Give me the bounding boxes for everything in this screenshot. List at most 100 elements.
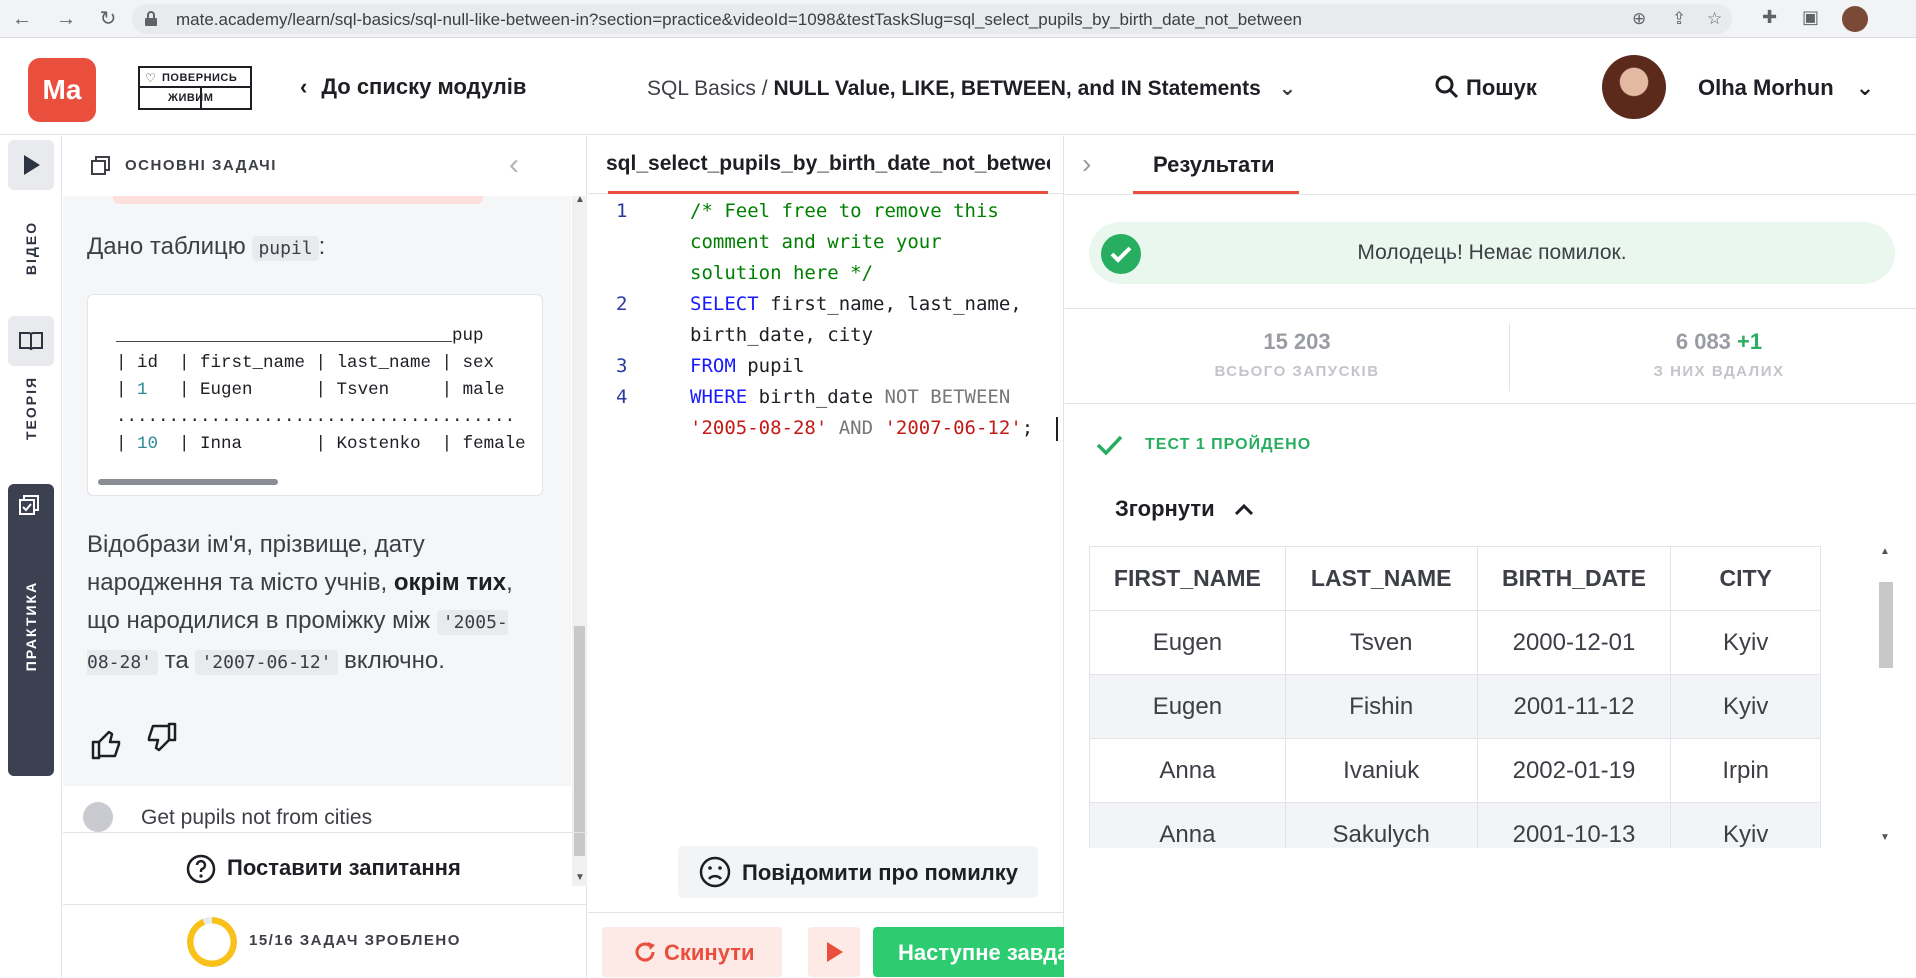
chevron-right-icon[interactable]: › <box>1082 148 1091 180</box>
task-instructions: Відобрази ім'я, прізвище, дату народженн… <box>87 526 537 682</box>
table-horizontal-scrollbar[interactable] <box>98 479 278 485</box>
search-button[interactable]: Пошук <box>1434 74 1537 101</box>
code-comment: solution here */ <box>690 262 874 284</box>
play-icon <box>827 942 843 962</box>
test-status: ТЕСТ 1 ПРОЙДЕНО <box>1145 436 1312 453</box>
code-comment: /* Feel free to remove this <box>690 200 999 222</box>
task-desc-date-to: '2007-06-12' <box>195 650 338 675</box>
badge-line2: ЖИВИМ <box>140 88 213 108</box>
successful-runs-increment: +1 <box>1737 329 1763 354</box>
success-banner: Молодець! Немає помилок. <box>1089 222 1895 284</box>
next-task-label: Наступне завдання <box>898 940 1064 965</box>
dislike-button[interactable] <box>143 720 179 756</box>
back-to-modules-link[interactable]: ‹ До списку модулів <box>300 74 526 100</box>
back-arrow-icon[interactable]: ← <box>8 5 36 33</box>
editor-tab-bar: sql_select_pupils_by_birth_date_not_betw… <box>588 136 1064 194</box>
table-row1-rest: | Eugen | Tsven | male <box>147 380 505 400</box>
keyword-where: WHERE <box>690 386 748 408</box>
scroll-up-arrow-icon[interactable]: ▲ <box>1880 546 1890 557</box>
reset-button[interactable]: Скинути <box>602 927 782 977</box>
rail-theory-label[interactable]: ТЕОРІЯ <box>23 367 39 449</box>
table-cell: Kyiv <box>1670 674 1821 739</box>
code-editor-panel: sql_select_pupils_by_birth_date_not_betw… <box>588 136 1091 978</box>
extensions-icon[interactable]: ✚ <box>1762 7 1777 28</box>
date-literal-from: '2005-08-28' <box>690 417 828 439</box>
collapse-panel-chevron-icon[interactable]: ‹ <box>509 148 519 182</box>
task-scroll-thumb[interactable] <box>574 626 585 856</box>
check-icon <box>1096 435 1123 456</box>
run-button[interactable] <box>808 927 860 977</box>
task-intro-text: Дано таблицю <box>87 233 246 260</box>
total-runs-value: 15 203 <box>1263 329 1331 354</box>
task-section-title: ОСНОВНІ ЗАДАЧІ <box>125 157 277 174</box>
povernys-zhyvym-badge[interactable]: ♡ ПОВЕРНИСЬ ЖИВИМ <box>138 66 252 110</box>
line-number: 3 <box>616 355 628 377</box>
task-desc-bold: окрім тих <box>393 569 507 596</box>
forward-arrow-icon[interactable]: → <box>52 5 80 33</box>
book-icon <box>19 332 43 351</box>
line-number: 2 <box>616 293 628 315</box>
table-cell: Eugen <box>1089 674 1286 739</box>
zoom-icon[interactable]: ⊕ <box>1632 9 1646 29</box>
practice-tasks-icon <box>19 495 39 515</box>
rail-practice-label[interactable]: ПРАКТИКА <box>23 561 39 691</box>
rail-video-label[interactable]: ВІДЕО <box>23 219 39 277</box>
code-comment: comment and write your <box>690 231 942 253</box>
task-intro: Дано таблицю pupil: <box>87 228 325 268</box>
progress-ring <box>187 917 237 967</box>
side-panel-icon[interactable]: ▣ <box>1802 7 1819 28</box>
column-header: LAST_NAME <box>1284 546 1478 611</box>
user-name: Olha Morhun <box>1698 75 1834 100</box>
task-status-dot <box>83 802 113 832</box>
theory-button[interactable] <box>8 316 54 366</box>
next-task-preview[interactable]: Get pupils not from cities <box>63 786 571 832</box>
table-cell: Eugen <box>1089 610 1286 675</box>
user-avatar[interactable] <box>1602 55 1666 119</box>
text-cursor <box>1056 417 1058 441</box>
breadcrumb[interactable]: SQL Basics / NULL Value, LIKE, BETWEEN, … <box>647 76 1296 101</box>
reload-icon[interactable]: ↻ <box>94 5 122 33</box>
run-statistics: 15 203 ВСЬОГО ЗАПУСКІВ 6 083 +1 З НИХ ВД… <box>1065 308 1916 404</box>
chevron-up-icon <box>1234 503 1253 516</box>
results-header-row: FIRST_NAME LAST_NAME BIRTH_DATE CITY <box>1089 546 1821 611</box>
from-table: pupil <box>735 355 805 377</box>
report-error-button[interactable]: Повідомити про помилку <box>678 846 1038 898</box>
total-runs-stat: 15 203 ВСЬОГО ЗАПУСКІВ <box>1087 329 1507 380</box>
editor-file-tab[interactable]: sql_select_pupils_by_birth_date_not_betw… <box>606 152 1050 176</box>
table-cell: Anna <box>1089 738 1286 803</box>
task-panel: ОСНОВНІ ЗАДАЧІ ‹ Дано таблицю pupil: ___… <box>63 136 587 978</box>
bookmark-star-icon[interactable]: ☆ <box>1707 9 1722 29</box>
ask-question-button[interactable]: Поставити запитання <box>63 832 587 904</box>
collapse-toggle[interactable]: Згорнути <box>1115 496 1255 522</box>
task-desc-part3: включно. <box>344 647 445 674</box>
date-literal-to: '2007-06-12' <box>884 417 1022 439</box>
like-button[interactable] <box>89 726 125 762</box>
breadcrumb-course: SQL Basics <box>647 77 756 100</box>
scroll-up-arrow-icon[interactable]: ▲ <box>575 194 585 205</box>
section-rail: ВІДЕО ТЕОРІЯ ПРАКТИКА <box>0 136 62 978</box>
success-message: Молодець! Немає помилок. <box>1357 241 1627 264</box>
mate-logo[interactable]: Ma <box>28 58 96 122</box>
table-cell: 2001-10-13 <box>1476 802 1672 848</box>
results-vertical-scrollbar[interactable]: ▲ ▼ <box>1875 546 1895 848</box>
chevron-down-icon: ⌄ <box>1278 77 1297 100</box>
video-play-button[interactable] <box>8 140 54 190</box>
share-icon[interactable]: ⇪ <box>1672 9 1686 29</box>
user-menu[interactable]: Olha Morhun ⌄ <box>1698 75 1874 101</box>
select-columns-cont: birth_date, city <box>690 324 874 346</box>
profile-avatar-icon[interactable] <box>1842 6 1868 32</box>
results-scroll-thumb[interactable] <box>1879 582 1893 668</box>
table-row: Anna Ivaniuk 2002-01-19 Irpin <box>1089 738 1821 803</box>
next-task-button[interactable]: Наступне завдання <box>873 927 1064 977</box>
address-bar[interactable]: mate.academy/learn/sql-basics/sql-null-l… <box>132 4 1732 34</box>
table-row2-id: 10 <box>137 434 159 454</box>
editor-actions: Скинути Наступне завдання <box>588 912 1064 978</box>
scroll-down-arrow-icon[interactable]: ▼ <box>1880 832 1890 843</box>
table-cell: Kyiv <box>1670 610 1821 675</box>
task-vertical-scrollbar[interactable]: ▲ ▼ <box>572 194 587 886</box>
results-tab[interactable]: Результати <box>1153 152 1275 178</box>
collapse-label: Згорнути <box>1115 496 1215 521</box>
table-row: Eugen Tsven 2000-12-01 Kyiv <box>1089 610 1821 675</box>
browser-chrome: ← → ↻ mate.academy/learn/sql-basics/sql-… <box>0 0 1916 38</box>
column-header: BIRTH_DATE <box>1476 546 1672 611</box>
